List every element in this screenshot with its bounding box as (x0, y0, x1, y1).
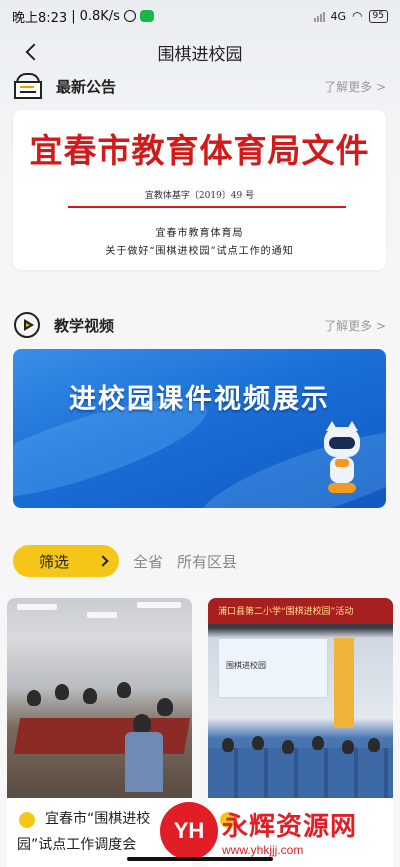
announcements-title: 最新公告 (56, 77, 117, 96)
video-banner[interactable]: 进校园课件视频展示 (13, 349, 386, 508)
watermark: YH 永辉资源网 www.yhkjjj.com (160, 800, 400, 862)
photo-banner-text: 浦口县第二小学“围棋进校园”活动 (218, 607, 354, 617)
nav-bar: 围棋进校园 (0, 36, 400, 68)
filter-option-counties[interactable]: 所有区县 (177, 551, 237, 572)
videos-header: 教学视频 了解更多 > (14, 310, 386, 340)
classroom-photo: 浦口县第二小学“围棋进校园”活动 围棋进校园 (208, 598, 393, 798)
wechat-icon (139, 10, 154, 22)
status-separator: | (71, 8, 76, 24)
document-subject: 关于做好“围棋进校园”试点工作的通知 (105, 246, 294, 257)
announcements-header: 最新公告 了解更多 > (14, 71, 386, 101)
play-icon (14, 312, 40, 338)
announcement-card[interactable]: 宜春市教育体育局文件 宜教体基字〔2019〕49 号 宜春市教育体育局 关于做好… (13, 110, 386, 270)
filter-option-province[interactable]: 全省 (133, 551, 163, 572)
card-title-line-2: 园”试点工作调度会 (17, 837, 137, 853)
filter-button[interactable]: 筛选 (13, 545, 119, 577)
watermark-name: 永辉资源网 (222, 811, 358, 842)
watermark-url: www.yhkjjj.com (222, 842, 304, 857)
notice-board-icon (14, 73, 42, 99)
videos-more-link[interactable]: 了解更多 > (324, 317, 386, 334)
document-number: 宜教体基字〔2019〕49 号 (144, 191, 255, 201)
filter-button-label: 筛选 (39, 552, 70, 571)
network-type: 4G (330, 9, 347, 23)
document-header: 宜春市教育体育局文件 (29, 131, 370, 170)
robot-mascot-icon (320, 421, 364, 499)
signal-icon (313, 11, 325, 22)
announcements-more-link[interactable]: 了解更多 > (324, 78, 386, 95)
status-speed: 0.8K/s (79, 8, 120, 24)
chevron-right-icon (97, 555, 109, 567)
document-divider (68, 206, 346, 208)
videos-title: 教学视频 (54, 316, 115, 335)
document-issuer: 宜春市教育体育局 (155, 228, 244, 239)
video-banner-text: 进校园课件视频展示 (69, 384, 330, 415)
watermark-logo: YH (160, 802, 218, 860)
projection-screen-text: 围棋进校园 (226, 661, 266, 670)
card-badge-icon (19, 812, 35, 828)
wifi-icon: ◠ (352, 9, 363, 23)
card-title-line-1: 宜春市“围棋进校 (45, 811, 151, 827)
battery-icon: 95 (368, 9, 388, 23)
filter-row: 筛选 全省 所有区县 (13, 545, 386, 577)
page-title: 围棋进校园 (157, 45, 243, 65)
status-time: 晚上8:23 (12, 10, 68, 26)
status-bar: 晚上8:23 | 0.8K/s 4G ◠ 95 (0, 0, 400, 32)
home-indicator[interactable] (127, 857, 273, 861)
meeting-photo (7, 598, 192, 798)
alarm-icon (123, 10, 136, 22)
